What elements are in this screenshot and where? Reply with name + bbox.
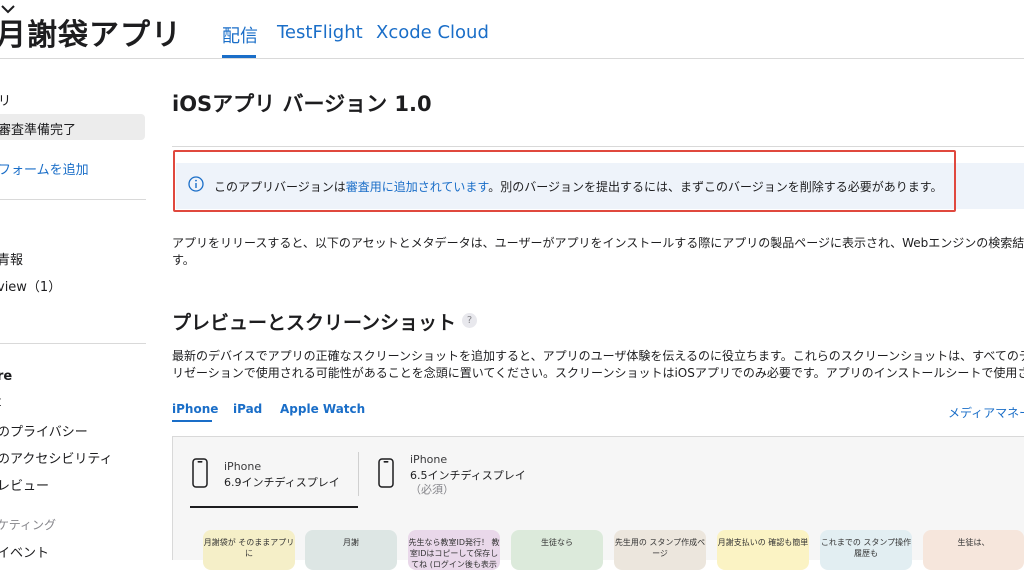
sidebar-divider bbox=[0, 343, 146, 344]
screenshot-caption: 先生なら教室ID発行！ 教室IDはコピーして保存してね (ログイン後も表示あり) bbox=[408, 538, 500, 569]
media-manager-link[interactable]: メディアマネー bbox=[948, 404, 1024, 421]
device-tab-indicator bbox=[172, 420, 212, 422]
top-header: 月謝袋アプリ 配信 TestFlight Xcode Cloud bbox=[0, 0, 1024, 59]
screenshot-thumbnail[interactable]: これまでの スタンプ操作履歴も bbox=[820, 530, 912, 570]
sidebar-item-review[interactable]: レビュー bbox=[0, 475, 49, 494]
sidebar-version-status: 審査準備完了 bbox=[0, 123, 77, 138]
sidebar-item-accessibility[interactable]: のアクセシビリティ bbox=[0, 448, 113, 467]
screenshot-thumbnail[interactable]: 月謝 bbox=[305, 530, 397, 570]
iphone-icon bbox=[378, 458, 394, 488]
info-banner-text-post: 。別のバージョンを提出するには、まずこのバージョンを削除する必要があります。 bbox=[488, 180, 943, 194]
device-tab-iphone[interactable]: iPhone bbox=[172, 402, 218, 416]
screenshot-caption: 月謝支払いの 確認も簡単 bbox=[717, 538, 809, 547]
sidebar-item-privacy[interactable]: のプライバシー bbox=[0, 421, 88, 440]
screenshot-caption: これまでの スタンプ操作履歴も bbox=[820, 538, 912, 558]
screenshot-thumbnail[interactable]: 月謝袋が そのままアプリに bbox=[203, 530, 295, 570]
screenshot-caption: 月謝袋が そのままアプリに bbox=[203, 538, 295, 558]
sidebar-divider bbox=[0, 199, 146, 200]
display-size-device[interactable]: iPhone bbox=[410, 453, 447, 466]
section-description-line2: リゼーションで使用される可能性があることを念頭に置いてください。スクリーンショッ… bbox=[172, 366, 1024, 380]
active-tab-indicator bbox=[222, 55, 256, 58]
screenshot-caption: 生徒なら bbox=[541, 538, 573, 547]
tab-distribution[interactable]: 配信 bbox=[222, 22, 258, 48]
section-description-line1: 最新のデバイスでアプリの正確なスクリーンショットを追加すると、アプリのユーザ体験… bbox=[172, 349, 1024, 363]
screenshot-thumbnail[interactable]: 月謝支払いの 確認も簡単 bbox=[717, 530, 809, 570]
screenshot-caption: 生徒は、 bbox=[957, 538, 990, 547]
screenshot-thumbnail[interactable]: 生徒なら bbox=[511, 530, 603, 570]
sidebar-item-general[interactable]: t bbox=[0, 395, 1, 410]
sidebar-section-app-store: re bbox=[0, 369, 13, 384]
sidebar-item-ratings-reviews[interactable]: view（1） bbox=[0, 276, 61, 295]
screenshot-caption: 先生用の スタンプ作成ページ bbox=[614, 538, 706, 558]
display-size-separator bbox=[358, 452, 359, 496]
screenshot-thumbnail[interactable]: 先生用の スタンプ作成ページ bbox=[614, 530, 706, 570]
selected-display-size-indicator bbox=[190, 506, 358, 508]
sidebar-app-label: リ bbox=[0, 94, 12, 109]
device-tab-apple-watch[interactable]: Apple Watch bbox=[280, 402, 365, 416]
page-title: iOSアプリ バージョン 1.0 bbox=[172, 92, 432, 116]
screenshot-thumbnail[interactable]: 生徒は、 bbox=[923, 530, 1024, 570]
iphone-icon bbox=[192, 458, 208, 488]
display-size-label[interactable]: 6.9インチディスプレイ bbox=[224, 474, 340, 490]
tab-xcode-cloud[interactable]: Xcode Cloud bbox=[376, 22, 489, 43]
screenshot-thumbnail[interactable]: 先生なら教室ID発行！ 教室IDはコピーして保存してね (ログイン後も表示あり) bbox=[408, 530, 500, 570]
sidebar-add-platform-link[interactable]: フォームを追加 bbox=[0, 159, 89, 178]
sidebar-item-app-info[interactable]: 青報 bbox=[0, 249, 23, 268]
info-banner-text-pre: このアプリバージョンは bbox=[214, 180, 346, 194]
device-tab-ipad[interactable]: iPad bbox=[233, 402, 262, 416]
display-size-device[interactable]: iPhone bbox=[224, 460, 261, 473]
section-title-previews-screenshots: プレビューとスクリーンショット bbox=[172, 312, 457, 334]
review-submission-link[interactable]: 審査用に追加されています bbox=[346, 180, 488, 194]
tab-testflight[interactable]: TestFlight bbox=[277, 22, 363, 43]
content-divider bbox=[172, 146, 1024, 147]
sidebar-section-marketing: ケティング bbox=[0, 518, 57, 532]
info-icon bbox=[188, 176, 204, 192]
help-icon[interactable]: ? bbox=[462, 313, 477, 328]
info-banner-text: このアプリバージョンは審査用に追加されています。別のバージョンを提出するには、ま… bbox=[214, 178, 943, 195]
display-size-required-note: （必須） bbox=[410, 483, 454, 496]
intro-text-line2: す。 bbox=[172, 253, 195, 267]
app-name-title[interactable]: 月謝袋アプリ bbox=[0, 10, 182, 54]
sidebar-item-events[interactable]: イベント bbox=[0, 542, 49, 561]
intro-text-line1: アプリをリリースすると、以下のアセットとメタデータは、ユーザーがアプリをインスト… bbox=[172, 236, 1024, 250]
screenshot-caption: 月謝 bbox=[343, 538, 359, 547]
